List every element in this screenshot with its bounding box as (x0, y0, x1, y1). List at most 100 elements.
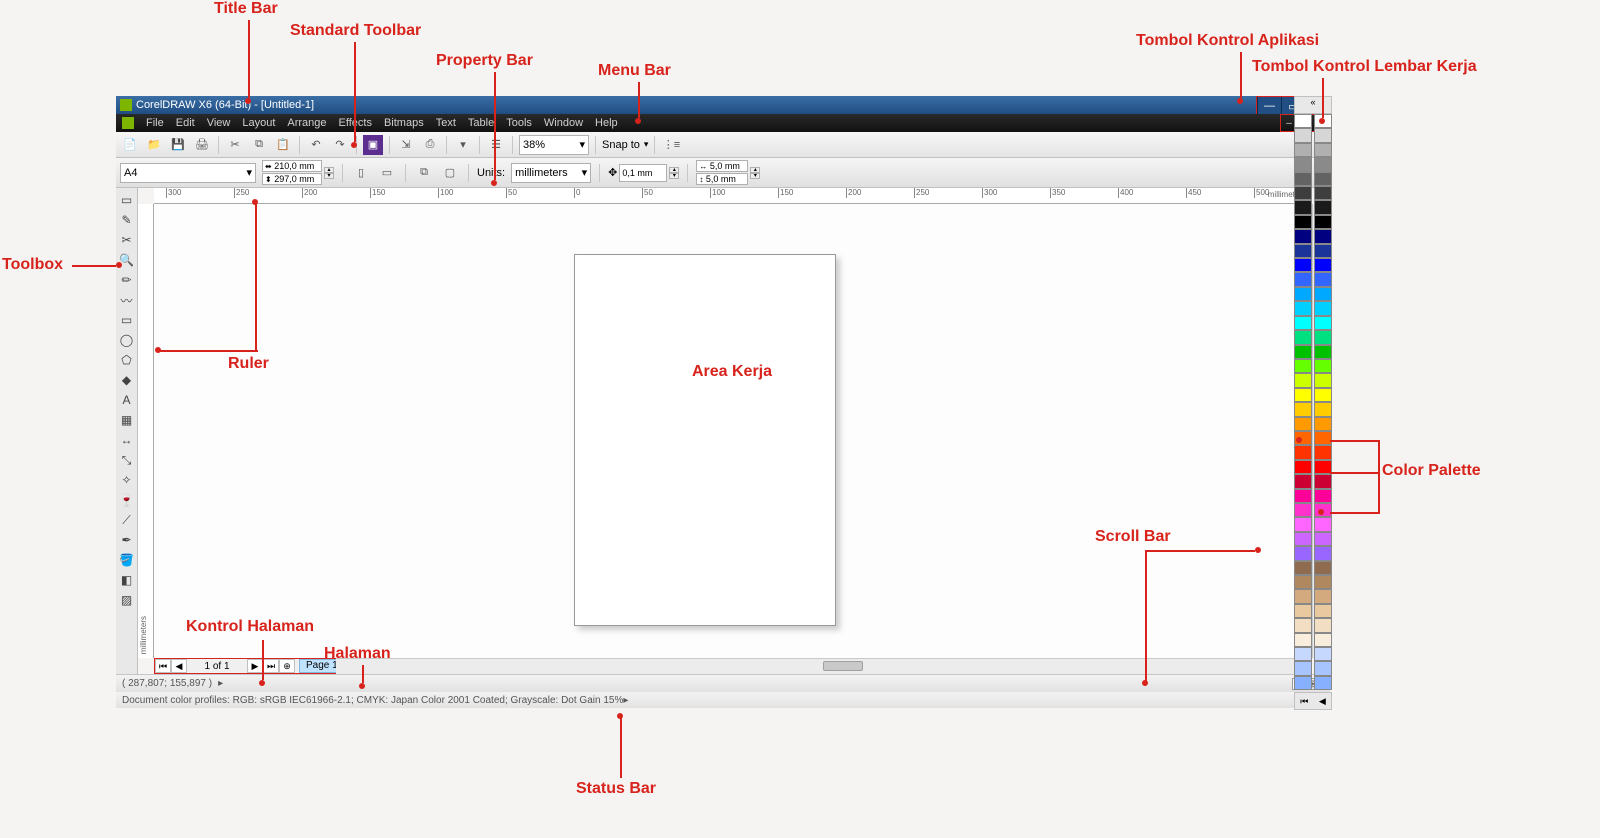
menu-tools[interactable]: Tools (506, 117, 532, 129)
page-first-button[interactable]: ⏮ (155, 659, 171, 673)
palette-nav[interactable]: ⏮◀ (1294, 692, 1332, 710)
palette-swatch[interactable] (1294, 604, 1312, 618)
horizontal-scrollbar[interactable] (336, 658, 1310, 674)
polygon-tool[interactable]: ⬠ (117, 350, 137, 370)
page-prev-button[interactable]: ◀ (171, 659, 187, 673)
palette-swatch[interactable] (1294, 417, 1312, 431)
palette-swatch[interactable] (1314, 157, 1332, 171)
palette-swatch[interactable] (1314, 489, 1332, 503)
palette-swatch[interactable] (1314, 200, 1332, 214)
duplicate-spinner[interactable]: ▴▾ (750, 167, 760, 179)
palette-swatch[interactable] (1314, 359, 1332, 373)
palette-swatch[interactable] (1294, 445, 1312, 459)
rectangle-tool[interactable]: ▭ (117, 310, 137, 330)
palette-swatch[interactable] (1294, 647, 1312, 661)
page-height-input[interactable]: ⬍ 297,0 mm (262, 173, 322, 185)
palette-swatch[interactable] (1294, 517, 1312, 531)
palette-swatch[interactable] (1314, 128, 1332, 142)
palette-swatch[interactable] (1294, 345, 1312, 359)
palette-swatch[interactable] (1314, 633, 1332, 647)
menu-edit[interactable]: Edit (176, 117, 195, 129)
freehand-tool[interactable]: ✏ (117, 270, 137, 290)
palette-swatch[interactable] (1314, 676, 1332, 690)
page-last-button[interactable]: ⏭ (263, 659, 279, 673)
menu-bitmaps[interactable]: Bitmaps (384, 117, 424, 129)
palette-swatch[interactable] (1294, 460, 1312, 474)
palette-swatch[interactable] (1314, 431, 1332, 445)
palette-swatch[interactable] (1294, 157, 1312, 171)
palette-swatch[interactable] (1294, 272, 1312, 286)
interactive-fill-tool[interactable]: ◧ (117, 570, 137, 590)
shape-tool[interactable]: ✎ (117, 210, 137, 230)
duplicate-y-input[interactable]: ↕ 5,0 mm (696, 173, 748, 185)
menu-arrange[interactable]: Arrange (287, 117, 326, 129)
palette-swatch[interactable] (1294, 474, 1312, 488)
new-button[interactable]: 📄 (120, 135, 140, 155)
artistic-media-tool[interactable]: 〰 (117, 290, 137, 310)
interactive-tool[interactable]: ✧ (117, 470, 137, 490)
palette-swatch[interactable] (1314, 445, 1332, 459)
paste-button[interactable]: 📋 (273, 135, 293, 155)
all-pages-button[interactable]: ⧉ (414, 163, 434, 183)
palette-swatch[interactable] (1294, 633, 1312, 647)
palette-swatch[interactable] (1314, 345, 1332, 359)
vertical-ruler[interactable]: millimeters (138, 204, 154, 658)
palette-swatch[interactable] (1314, 546, 1332, 560)
outline-tool[interactable]: ✒ (117, 530, 137, 550)
import-button[interactable]: ▣ (363, 135, 383, 155)
palette-swatch[interactable] (1314, 229, 1332, 243)
palette-swatch[interactable] (1294, 618, 1312, 632)
palette-swatch[interactable] (1294, 316, 1312, 330)
transparency-tool[interactable]: 🍷 (117, 490, 137, 510)
palette-swatch[interactable] (1314, 517, 1332, 531)
nudge-input[interactable]: 0,1 mm (619, 164, 667, 182)
palette-swatch[interactable] (1294, 244, 1312, 258)
palette-swatch[interactable] (1314, 589, 1332, 603)
current-page-button[interactable]: ▢ (440, 163, 460, 183)
palette-swatch[interactable] (1294, 676, 1312, 690)
open-button[interactable]: 📁 (144, 135, 164, 155)
h-scroll-thumb[interactable] (823, 661, 863, 671)
palette-swatch[interactable] (1314, 330, 1332, 344)
palette-swatch[interactable] (1294, 114, 1312, 128)
palette-swatch[interactable] (1294, 532, 1312, 546)
palette-swatch[interactable] (1314, 604, 1332, 618)
palette-swatch[interactable] (1314, 258, 1332, 272)
landscape-button[interactable]: ▭ (377, 163, 397, 183)
palette-swatch[interactable] (1294, 258, 1312, 272)
drawing-page[interactable] (574, 254, 836, 626)
options-button[interactable]: ⋮≡ (661, 135, 681, 155)
menu-view[interactable]: View (207, 117, 231, 129)
dimension-tool[interactable]: ↔ (117, 430, 137, 450)
copy-button[interactable]: ⧉ (249, 135, 269, 155)
app-launcher-button[interactable]: ▾ (453, 135, 473, 155)
palette-swatch[interactable] (1314, 402, 1332, 416)
palette-swatch[interactable] (1314, 575, 1332, 589)
palette-swatch[interactable] (1294, 359, 1312, 373)
palette-expand-icon[interactable]: « (1294, 96, 1332, 114)
palette-swatch[interactable] (1294, 503, 1312, 517)
palette-swatch[interactable] (1294, 301, 1312, 315)
palette-swatch[interactable] (1314, 618, 1332, 632)
palette-swatch[interactable] (1294, 489, 1312, 503)
minimize-button[interactable]: — (1257, 97, 1281, 115)
snap-to-label[interactable]: Snap to (602, 139, 640, 151)
units-select[interactable]: millimeters▾ (511, 163, 591, 183)
palette-swatch[interactable] (1294, 575, 1312, 589)
snap-dropdown-icon[interactable]: ▾ (644, 139, 649, 150)
palette-swatch[interactable] (1314, 532, 1332, 546)
palette-swatch[interactable] (1294, 128, 1312, 142)
menu-text[interactable]: Text (436, 117, 456, 129)
palette-swatch[interactable] (1314, 474, 1332, 488)
palette-swatch[interactable] (1314, 301, 1332, 315)
palette-swatch[interactable] (1314, 172, 1332, 186)
page-width-input[interactable]: ⬌ 210,0 mm (262, 160, 322, 172)
fill-tool[interactable]: 🪣 (117, 550, 137, 570)
eyedropper-tool[interactable]: ⟋ (117, 510, 137, 530)
redo-button[interactable]: ↷ (330, 135, 350, 155)
welcome-button[interactable]: ☰ (486, 135, 506, 155)
palette-swatch[interactable] (1294, 143, 1312, 157)
mesh-fill-tool[interactable]: ▨ (117, 590, 137, 610)
palette-swatch[interactable] (1314, 272, 1332, 286)
palette-swatch[interactable] (1314, 417, 1332, 431)
